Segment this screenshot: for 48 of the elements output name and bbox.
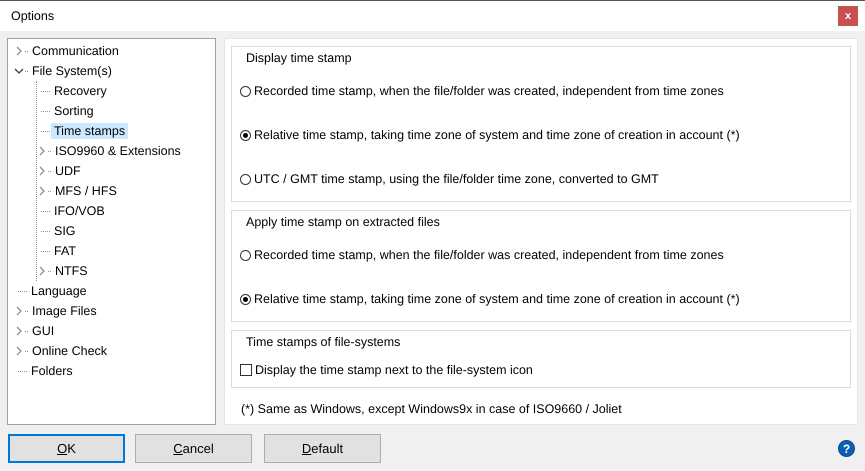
expand-icon[interactable] <box>37 146 47 156</box>
radio-button[interactable] <box>240 130 251 140</box>
expand-icon[interactable] <box>37 186 47 196</box>
tree-item[interactable]: Communication <box>29 43 122 59</box>
tree-item[interactable]: Online Check <box>29 343 110 359</box>
expand-icon[interactable] <box>14 326 24 336</box>
close-button[interactable]: x <box>838 6 858 26</box>
tree-item[interactable]: NTFS <box>52 263 91 279</box>
tree-item[interactable]: UDF <box>52 163 84 179</box>
group-title: Time stamps of file-systems <box>246 335 402 349</box>
dialog-button[interactable]: Cancel <box>135 434 252 463</box>
radio-button[interactable] <box>240 250 251 260</box>
option-label[interactable]: Relative time stamp, taking time zone of system and time zone of creation in account (*) <box>254 128 740 142</box>
group-title: Display time stamp <box>246 51 353 65</box>
tree-item[interactable]: SIG <box>51 223 79 239</box>
checkbox[interactable] <box>240 364 252 376</box>
collapse-icon[interactable] <box>14 66 24 76</box>
dialog-button[interactable]: Default <box>264 434 381 463</box>
expand-icon[interactable] <box>14 306 24 316</box>
tree-item[interactable]: Time stamps <box>51 123 128 139</box>
radio-button[interactable] <box>240 86 251 96</box>
expand-icon[interactable] <box>14 346 24 356</box>
group-title: Apply time stamp on extracted files <box>246 215 441 229</box>
footnote: (*) Same as Windows, except Windows9x in case of ISO9660 / Joliet <box>240 401 623 416</box>
radio-button[interactable] <box>240 294 251 304</box>
tree-item[interactable]: Language <box>28 283 90 299</box>
option-label[interactable]: Recorded time stamp, when the file/folder was created, independent from time zones <box>254 248 724 262</box>
tree-item[interactable]: File System(s) <box>29 63 115 79</box>
option-label[interactable]: Relative time stamp, taking time zone of system and time zone of creation in account (*) <box>254 292 740 306</box>
tree-item[interactable]: Recovery <box>51 83 110 99</box>
tree-item[interactable]: Folders <box>28 363 76 379</box>
dialog-button[interactable]: OK <box>8 434 125 463</box>
tree-item[interactable]: GUI <box>29 323 58 339</box>
tree-item[interactable]: MFS / HFS <box>52 183 120 199</box>
option-label[interactable]: UTC / GMT time stamp, using the file/folder time zone, converted to GMT <box>254 172 659 186</box>
window-title: Options <box>11 9 54 23</box>
option-label[interactable]: Display the time stamp next to the file-system icon <box>255 363 533 377</box>
tree-item[interactable]: Image Files <box>29 303 100 319</box>
help-button[interactable]: ? <box>838 440 855 457</box>
expand-icon[interactable] <box>37 166 47 176</box>
expand-icon[interactable] <box>37 266 47 276</box>
option-label[interactable]: Recorded time stamp, when the file/folder was created, independent from time zones <box>254 84 724 98</box>
tree-item[interactable]: IFO/VOB <box>51 203 108 219</box>
tree-item[interactable]: FAT <box>51 243 79 259</box>
tree-item[interactable]: Sorting <box>51 103 97 119</box>
radio-button[interactable] <box>240 174 251 184</box>
expand-icon[interactable] <box>14 46 24 56</box>
tree-item[interactable]: ISO9960 & Extensions <box>52 143 184 159</box>
